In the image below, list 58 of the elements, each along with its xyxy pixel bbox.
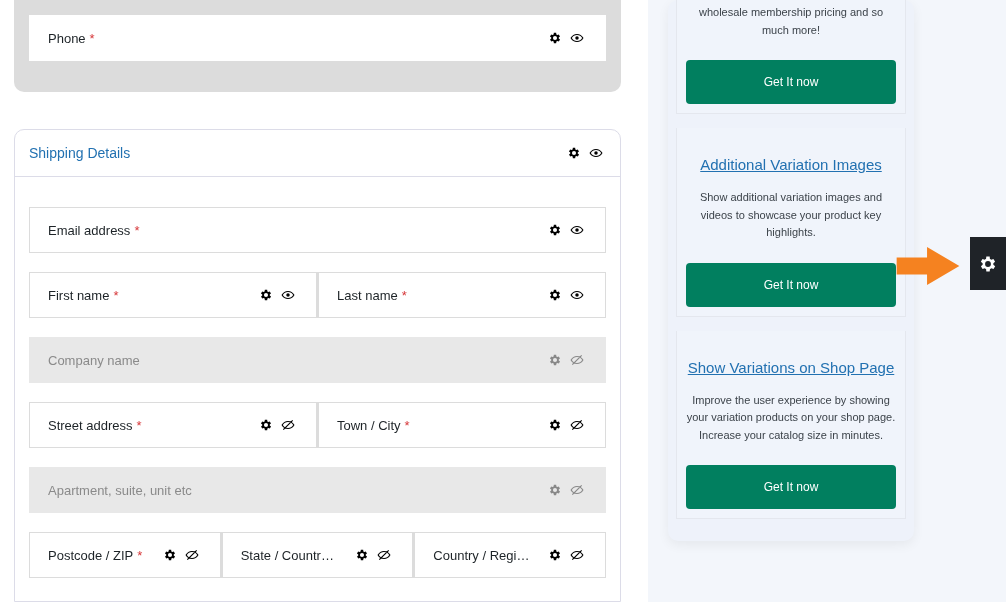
form-field[interactable]: Postcode / ZIP *: [29, 532, 221, 578]
form-field[interactable]: Last name *: [317, 272, 606, 318]
required-mark: *: [136, 417, 142, 433]
eye-icon[interactable]: [589, 146, 603, 160]
settings-icon[interactable]: [567, 146, 581, 160]
form-field[interactable]: Phone *: [29, 15, 606, 61]
form-field[interactable]: Street address *: [29, 402, 317, 448]
required-mark: *: [134, 222, 140, 238]
required-mark: *: [89, 30, 95, 46]
field-label: First name *: [48, 287, 119, 303]
eye-icon[interactable]: [570, 288, 584, 302]
required-mark: *: [113, 287, 119, 303]
settings-icon[interactable]: [548, 548, 562, 562]
settings-icon[interactable]: [162, 548, 177, 562]
settings-icon[interactable]: [548, 223, 562, 237]
get-it-now-button[interactable]: Get It now: [686, 60, 896, 104]
eye-slash-icon[interactable]: [184, 548, 199, 562]
field-label: Postcode / ZIP *: [48, 547, 143, 563]
field-label: Street address *: [48, 417, 142, 433]
form-field[interactable]: State / Countr…: [220, 532, 414, 578]
eye-icon[interactable]: [570, 223, 584, 237]
settings-icon[interactable]: [548, 288, 562, 302]
get-it-now-button[interactable]: Get It now: [686, 262, 896, 307]
get-it-now-button[interactable]: Get It now: [686, 465, 896, 509]
form-field[interactable]: Email address *: [29, 207, 606, 253]
eye-icon[interactable]: [281, 288, 295, 302]
promo-description: wholesale membership pricing and so much more!: [697, 5, 884, 38]
arrow-icon: [895, 247, 961, 285]
field-label: Apartment, suite, unit etc: [48, 482, 192, 498]
required-mark: *: [404, 417, 410, 433]
eye-slash-icon[interactable]: [570, 418, 584, 432]
form-field[interactable]: First name *: [29, 272, 317, 318]
field-label: Company name: [48, 352, 140, 368]
promo-description: Improve the user experience by showing your variation products on your shop page. Increase your catalog size in minutes.: [686, 392, 896, 443]
promo-title-link[interactable]: Show Variations on Shop Page: [687, 358, 895, 376]
eye-slash-icon[interactable]: [281, 418, 295, 432]
eye-slash-icon[interactable]: [377, 548, 392, 562]
settings-icon[interactable]: [548, 31, 562, 45]
settings-icon[interactable]: [548, 418, 562, 432]
field-label: Phone *: [48, 30, 95, 46]
eye-slash-icon[interactable]: [570, 548, 584, 562]
field-label: State / Countr…: [240, 547, 334, 563]
field-label: Town / City *: [337, 417, 410, 433]
form-field[interactable]: Town / City *: [317, 402, 606, 448]
required-mark: *: [137, 547, 143, 563]
settings-button[interactable]: [970, 237, 1006, 290]
field-label: Country / Regi…: [433, 547, 530, 563]
settings-icon[interactable]: [259, 288, 273, 302]
section-title: Shipping Details: [29, 145, 131, 161]
required-mark: *: [401, 287, 407, 303]
promo-description: Show additional variation images and videos to showcase your product key highlights.: [698, 190, 884, 240]
eye-icon[interactable]: [570, 31, 584, 45]
settings-icon[interactable]: [355, 548, 370, 562]
field-label: Email address *: [48, 222, 140, 238]
field-label: Last name *: [337, 287, 407, 303]
settings-icon[interactable]: [259, 418, 273, 432]
promo-title-link[interactable]: Additional Variation Images: [700, 156, 882, 173]
form-field[interactable]: Country / Regi…: [413, 532, 606, 578]
